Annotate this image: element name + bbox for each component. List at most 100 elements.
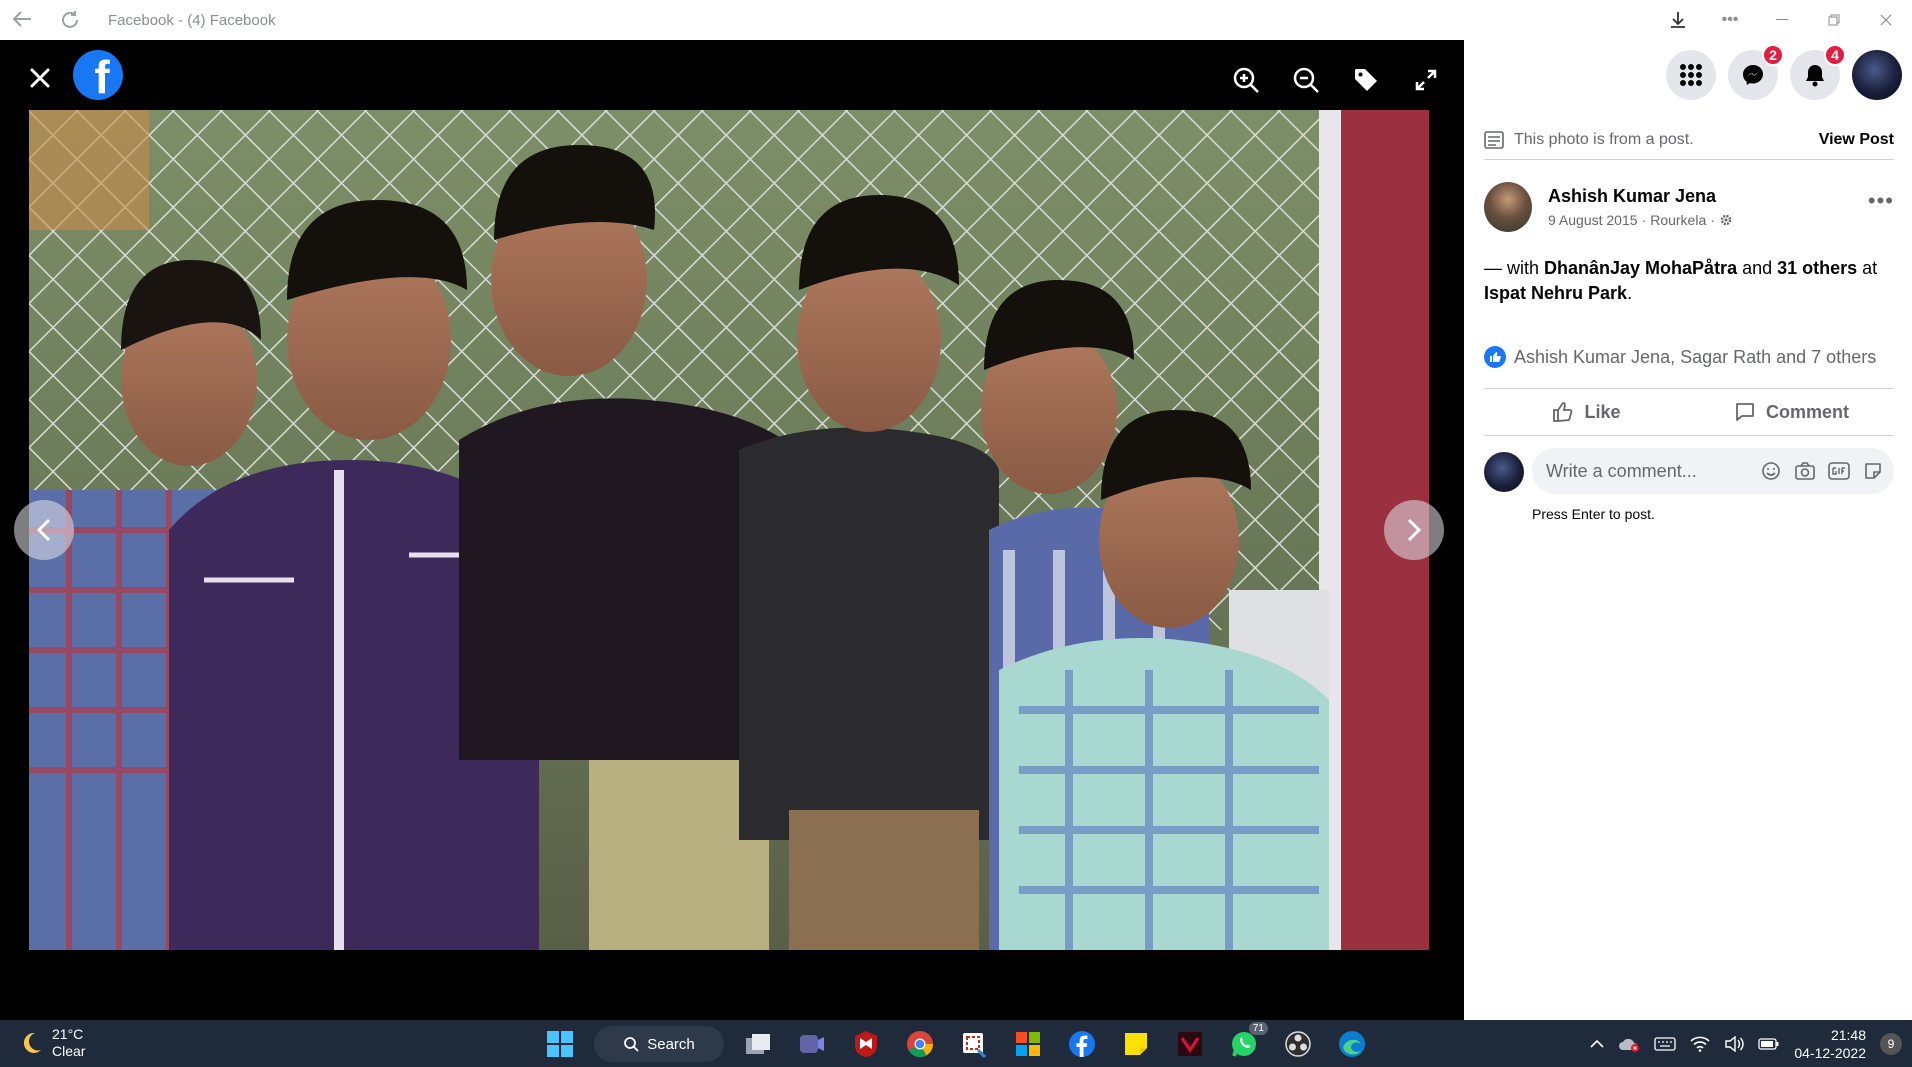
tag-button[interactable] <box>1348 62 1384 98</box>
close-viewer-button[interactable] <box>22 60 58 96</box>
system-clock[interactable]: 21:48 04-12-2022 <box>1794 1026 1866 1062</box>
thumbs-up-icon <box>1553 402 1573 422</box>
taskbar-search[interactable]: Search <box>594 1026 724 1062</box>
search-icon <box>624 1037 639 1052</box>
messenger-icon <box>1743 65 1763 85</box>
post-side-panel: 2 4 This photo is from a post. View Post… <box>1464 40 1912 1020</box>
edge-icon[interactable] <box>1332 1024 1372 1064</box>
whatsapp-icon[interactable]: 71 <box>1224 1022 1268 1064</box>
menu-button[interactable] <box>1666 50 1716 100</box>
gif-icon[interactable] <box>1828 460 1850 482</box>
like-label: Like <box>1584 401 1621 422</box>
zoom-out-button[interactable] <box>1288 62 1324 98</box>
reload-icon[interactable] <box>58 8 82 32</box>
zoom-out-icon <box>1293 67 1319 93</box>
comment-button[interactable]: Comment <box>1689 389 1894 435</box>
like-button[interactable]: Like <box>1484 389 1689 435</box>
facebook-logo-icon[interactable]: f <box>73 50 123 100</box>
microsoft-store-icon[interactable] <box>1008 1024 1048 1064</box>
comment-placeholder: Write a comment... <box>1546 460 1697 481</box>
post-location[interactable]: Rourkela <box>1650 212 1706 228</box>
chevron-up-icon[interactable] <box>1590 1039 1604 1049</box>
more-options-icon[interactable]: ••• <box>1704 0 1756 40</box>
tagged-person-link[interactable]: DhanânJay MohaPåtra <box>1544 258 1737 278</box>
search-label: Search <box>647 1035 695 1053</box>
clock-date: 04-12-2022 <box>1794 1044 1866 1061</box>
notifications-badge: 4 <box>1824 44 1846 66</box>
account-avatar[interactable] <box>1852 50 1902 100</box>
whatsapp-badge: 71 <box>1248 1022 1268 1035</box>
zoom-in-icon <box>1233 67 1259 93</box>
wifi-icon[interactable] <box>1690 1036 1710 1052</box>
chevron-left-icon <box>36 518 51 542</box>
commenter-avatar[interactable] <box>1484 452 1524 492</box>
sticky-notes-icon[interactable] <box>1116 1024 1156 1064</box>
reactions-summary[interactable]: Ashish Kumar Jena, Sagar Rath and 7 othe… <box>1484 346 1894 368</box>
onedrive-icon[interactable] <box>1618 1035 1640 1053</box>
zoom-in-button[interactable] <box>1228 62 1264 98</box>
like-reaction-icon <box>1484 346 1506 368</box>
separator-dot: · <box>1641 212 1647 228</box>
privacy-gear-icon[interactable] <box>1719 213 1733 227</box>
sticker-icon[interactable] <box>1862 460 1884 482</box>
start-button[interactable] <box>540 1024 580 1064</box>
press-enter-hint: Press Enter to post. <box>1532 506 1655 522</box>
notification-center-badge[interactable]: 9 <box>1880 1032 1902 1055</box>
mcafee-icon[interactable] <box>846 1024 886 1064</box>
photo-from-text: This photo is from a post. <box>1514 130 1694 148</box>
tagged-others-link[interactable]: 31 others <box>1777 258 1857 278</box>
windows-icon <box>547 1031 573 1057</box>
volume-icon[interactable] <box>1724 1035 1745 1052</box>
fullscreen-button[interactable] <box>1408 62 1444 98</box>
clock-time: 21:48 <box>1830 1026 1866 1043</box>
notifications-button[interactable]: 4 <box>1790 44 1846 100</box>
reactions-text: Ashish Kumar Jena, Sagar Rath and 7 othe… <box>1514 346 1877 367</box>
emoji-icon[interactable] <box>1760 460 1782 482</box>
bell-icon <box>1806 65 1824 87</box>
restore-button[interactable] <box>1808 0 1860 40</box>
weather-condition: Clear <box>52 1043 86 1059</box>
window-titlebar: Facebook - (4) Facebook ••• <box>0 0 1912 40</box>
camera-icon[interactable] <box>1794 460 1816 482</box>
task-view-icon[interactable] <box>738 1024 778 1064</box>
expand-icon <box>1415 69 1437 91</box>
close-window-button[interactable] <box>1860 0 1912 40</box>
taskbar: 21°C Clear Search 71 21:48 04-12-2022 9 <box>0 1020 1912 1067</box>
previous-photo-button[interactable] <box>14 500 74 560</box>
post-caption: — with DhanânJay MohaPåtra and 31 others… <box>1484 256 1894 306</box>
caption-at: at <box>1857 258 1878 278</box>
caption-and: and <box>1737 258 1778 278</box>
author-avatar[interactable] <box>1484 182 1532 232</box>
chrome-icon[interactable] <box>900 1024 940 1064</box>
minimize-button[interactable] <box>1756 0 1808 40</box>
place-link[interactable]: Ispat Nehru Park <box>1484 283 1627 303</box>
close-icon <box>30 68 50 88</box>
download-icon[interactable] <box>1652 0 1704 40</box>
post-options-button[interactable]: ••• <box>1868 188 1894 214</box>
messenger-button[interactable]: 2 <box>1728 44 1784 100</box>
obs-icon[interactable] <box>1278 1024 1318 1064</box>
grid-menu-icon <box>1680 64 1702 86</box>
post-actions: Like Comment <box>1484 388 1894 436</box>
tag-icon <box>1355 69 1377 91</box>
snipping-tool-icon[interactable] <box>954 1024 994 1064</box>
view-post-link[interactable]: View Post <box>1819 131 1894 149</box>
next-photo-button[interactable] <box>1384 500 1444 560</box>
comment-label: Comment <box>1765 401 1849 422</box>
keyboard-icon[interactable] <box>1654 1036 1677 1051</box>
post-photo[interactable] <box>29 110 1429 950</box>
facebook-app-icon[interactable] <box>1062 1024 1102 1064</box>
comment-composer: Write a comment... <box>1484 448 1894 496</box>
messenger-badge: 2 <box>1762 44 1784 66</box>
back-arrow-icon[interactable] <box>10 8 34 32</box>
teams-icon[interactable] <box>792 1024 832 1064</box>
window-title: Facebook - (4) Facebook <box>108 12 276 29</box>
author-name[interactable]: Ashish Kumar Jena <box>1548 186 1716 207</box>
moon-icon <box>23 1032 41 1053</box>
post-header: Ashish Kumar Jena 9 August 2015 · Rourke… <box>1484 182 1894 238</box>
comment-input[interactable]: Write a comment... <box>1532 448 1894 494</box>
weather-widget[interactable]: 21°C Clear <box>18 1026 85 1060</box>
battery-icon[interactable] <box>1758 1037 1780 1051</box>
post-date[interactable]: 9 August 2015 <box>1548 212 1638 228</box>
red-app-icon[interactable] <box>1170 1024 1210 1064</box>
